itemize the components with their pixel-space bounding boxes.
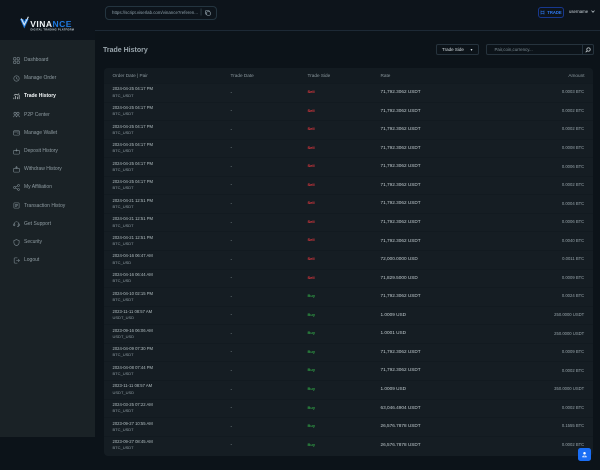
svg-text:DIGITAL TRADING PLATFORM: DIGITAL TRADING PLATFORM	[31, 28, 75, 32]
svg-text:VINANCE: VINANCE	[30, 19, 72, 29]
